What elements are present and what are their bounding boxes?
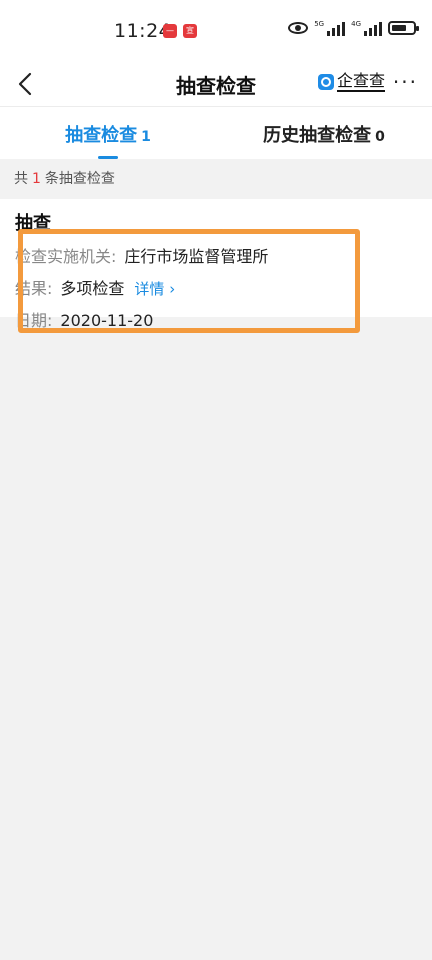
nav-bar: 抽查检查 企查查 ··· xyxy=(0,62,432,107)
eye-icon xyxy=(288,22,309,34)
tab-count: 1 xyxy=(141,129,151,145)
result-count: 1 xyxy=(32,171,41,187)
brand-link[interactable]: 企查查 xyxy=(318,71,386,92)
more-menu-button[interactable]: ··· xyxy=(393,72,418,92)
brand-logo-icon xyxy=(318,74,334,90)
date-label: 日期: xyxy=(15,311,53,330)
tab-label: 历史抽查检查 xyxy=(263,125,372,146)
authority-value: 庄行市场监督管理所 xyxy=(124,247,269,266)
result-summary: 共 1 条抽查检查 xyxy=(0,159,432,199)
app-notification-icon: 宣扬 xyxy=(183,24,197,49)
tab-label: 抽查检查 xyxy=(65,125,138,146)
app-notification-icon: — xyxy=(163,24,177,38)
result-value: 多项检查 xyxy=(60,279,125,298)
record-title: 抽查 xyxy=(15,213,51,234)
authority-label: 检查实施机关: xyxy=(15,247,117,266)
result-row: 结果: 多项检查 详情 › xyxy=(15,273,417,305)
result-label: 结果: xyxy=(15,279,53,298)
spot-check-record: 抽查 检查实施机关: 庄行市场监督管理所 结果: 多项检查 详情 › 日期: 2020-… xyxy=(0,199,432,333)
battery-icon xyxy=(388,21,419,35)
brand-name: 企查查 xyxy=(337,71,386,92)
signal-5g-icon: 5G xyxy=(314,20,346,36)
tab-spot-check[interactable]: 抽查检查 1 xyxy=(0,107,216,159)
tab-count: 0 xyxy=(375,129,385,145)
tab-history-spot-check[interactable]: 历史抽查检查 0 xyxy=(216,107,432,159)
date-value: 2020-11-20 xyxy=(60,311,154,330)
tab-bar: 抽查检查 1 历史抽查检查 0 xyxy=(0,107,432,159)
authority-row: 检查实施机关: 庄行市场监督管理所 xyxy=(15,241,417,273)
signal-4g-icon: 4G xyxy=(351,20,382,36)
status-bar: 11:24 — 宣扬 5G 4G xyxy=(0,0,432,62)
detail-link[interactable]: 详情 › xyxy=(134,280,175,298)
date-row: 日期: 2020-11-20 xyxy=(15,305,417,337)
